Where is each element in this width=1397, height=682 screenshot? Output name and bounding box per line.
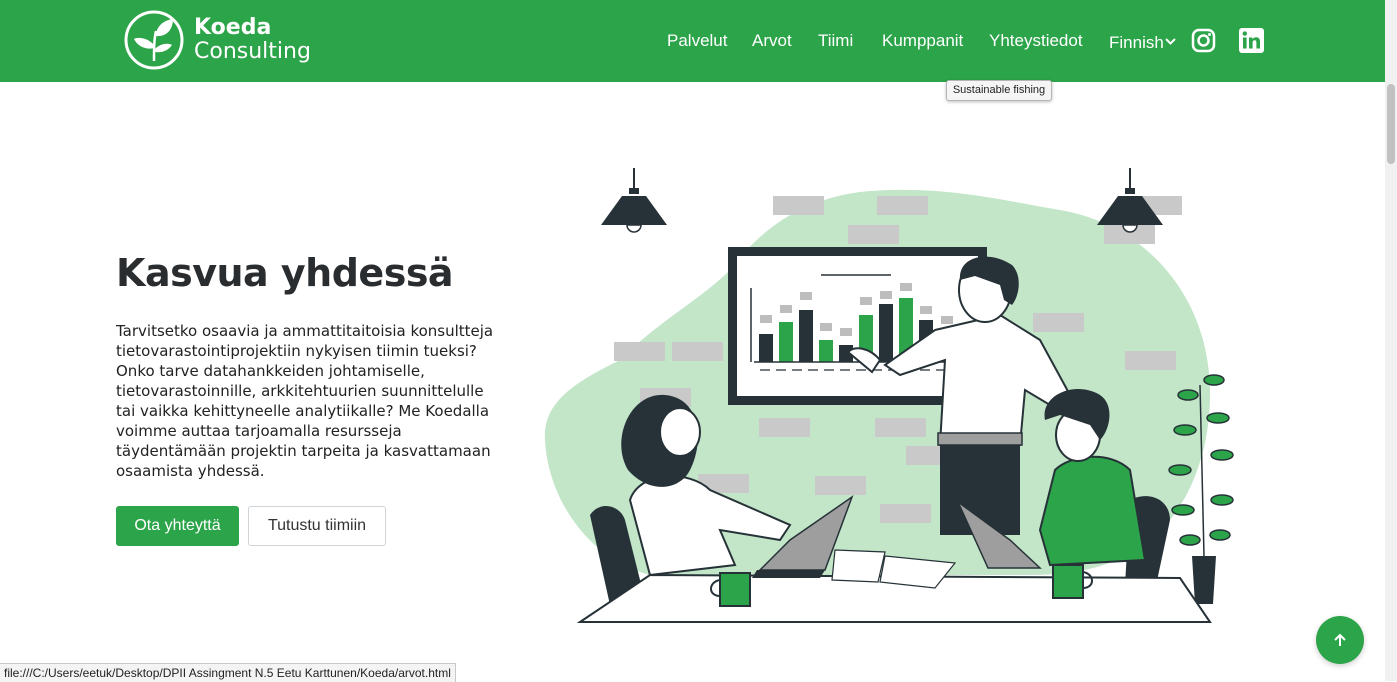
scrollbar-thumb[interactable] (1387, 84, 1395, 164)
status-bar-url: file:///C:/Users/eetuk/Desktop/DPII Assi… (0, 663, 456, 682)
leaf-logo-icon (124, 10, 184, 70)
brand-name-line1: Koeda (194, 15, 272, 40)
team-button[interactable]: Tutustu tiimiin (248, 506, 386, 546)
lamp-left (601, 168, 667, 233)
navbar: Koeda Consulting Palvelut Arvot Tiimi Ku… (0, 0, 1385, 82)
team-meeting-illustration (544, 168, 1234, 623)
language-dropdown[interactable]: Finnish (1109, 32, 1164, 54)
chevron-down-icon (1165, 38, 1176, 45)
arrow-up-icon (1334, 633, 1346, 646)
nav-item-kumppanit[interactable]: Kumppanit (882, 30, 963, 52)
linkedin-icon[interactable] (1239, 28, 1264, 53)
hero-description: Tarvitsetko osaavia ja ammattitaitoisia … (116, 322, 494, 480)
nav-item-yhteystiedot[interactable]: Yhteystiedot (989, 30, 1083, 52)
nav-item-palvelut[interactable]: Palvelut (667, 30, 727, 52)
tooltip: Sustainable fishing (946, 80, 1052, 101)
instagram-icon[interactable] (1191, 28, 1216, 53)
hero-title: Kasvua yhdessä (116, 251, 454, 295)
nav-item-tiimi[interactable]: Tiimi (818, 30, 853, 52)
scroll-to-top-button[interactable] (1316, 616, 1364, 664)
nav-item-arvot[interactable]: Arvot (752, 30, 792, 52)
contact-button[interactable]: Ota yhteyttä (116, 506, 239, 546)
brand-link[interactable]: Koeda Consulting (123, 9, 323, 73)
brand-name-line2: Consulting (194, 39, 311, 64)
